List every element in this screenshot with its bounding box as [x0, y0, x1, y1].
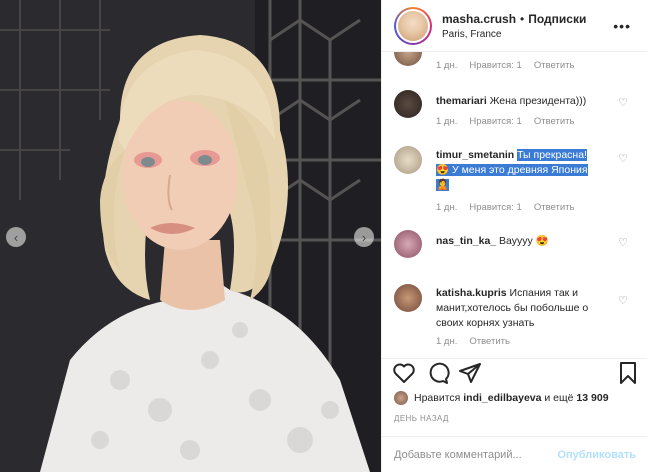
chevron-left-icon[interactable]: ‹	[6, 227, 26, 247]
commenter-avatar[interactable]	[394, 146, 422, 174]
comment-text: Вауууу	[499, 235, 533, 247]
chevron-right-icon[interactable]: ›	[354, 227, 374, 247]
comment-likes[interactable]: Нравится: 1	[469, 116, 521, 127]
post-photo[interactable]: ‹ ›	[0, 0, 381, 472]
comment-time: 1 дн.	[436, 60, 458, 71]
likes-prefix: Нравится	[414, 392, 461, 404]
comment-item: timur_smetanin Ты прекрасна! 😍 У меня эт…	[394, 146, 642, 216]
post-date[interactable]: ДЕНЬ НАЗАД	[394, 414, 449, 423]
heart-icon[interactable]: ♡	[618, 96, 628, 109]
share-icon[interactable]	[458, 361, 482, 385]
commenter-username[interactable]: themariari	[436, 95, 487, 107]
reply-button[interactable]: Ответить	[469, 336, 510, 347]
commenter-avatar[interactable]	[394, 90, 422, 118]
comment-icon[interactable]	[426, 361, 450, 385]
comment-time: 1 дн.	[436, 116, 458, 127]
post-side-panel: masha.crush • Подписки Paris, France •••…	[381, 0, 647, 472]
bookmark-icon[interactable]	[616, 361, 640, 385]
separator-dot: •	[520, 11, 525, 26]
heart-icon[interactable]: ♡	[618, 236, 628, 249]
comment-text-highlighted: Ты прекрасна!	[517, 149, 587, 161]
likes-middle: и ещё	[544, 392, 574, 404]
comment-item: nas_tin_ka_ Вауууу 😍 ♡	[394, 230, 642, 270]
comments-list[interactable]: 1 дн. Нравится: 1 Ответить themariari Же…	[382, 52, 647, 358]
heart-icon[interactable]: ♡	[618, 294, 628, 307]
comment-text-line2: У меня это древняя Япония	[452, 164, 588, 176]
post-actions-bar	[382, 358, 647, 388]
author-username[interactable]: masha.crush	[442, 12, 516, 26]
likes-summary[interactable]: Нравится indi_edilbayeva и ещё 13 909	[394, 391, 609, 405]
comment-likes[interactable]: Нравится: 1	[469, 202, 521, 213]
commenter-username[interactable]: nas_tin_ka_	[436, 235, 496, 247]
comment-likes[interactable]: Нравится: 1	[469, 60, 521, 71]
follow-button[interactable]: Подписки	[528, 12, 586, 26]
liker-avatar	[394, 391, 408, 405]
author-avatar[interactable]	[394, 6, 432, 45]
comment-item: themariari Жена президента))) ♡ 1 дн. Нр…	[394, 90, 642, 135]
commenter-username[interactable]: timur_smetanin	[436, 149, 514, 161]
comment-item: 1 дн. Нравится: 1 Ответить	[394, 52, 642, 92]
reply-button[interactable]: Ответить	[534, 202, 575, 213]
post-location[interactable]: Paris, France	[442, 29, 586, 40]
more-options-icon[interactable]: •••	[613, 18, 631, 34]
comment-time: 1 дн.	[436, 336, 458, 347]
emoji: 😍	[535, 235, 549, 247]
commenter-avatar[interactable]	[394, 52, 422, 66]
likes-count[interactable]: 13 909	[576, 392, 608, 404]
reply-button[interactable]: Ответить	[534, 116, 575, 127]
publish-button[interactable]: Опубликовать	[557, 449, 636, 461]
commenter-avatar[interactable]	[394, 284, 422, 312]
reply-button[interactable]: Ответить	[534, 60, 575, 71]
liker-username[interactable]: indi_edilbayeva	[463, 392, 541, 404]
post-header: masha.crush • Подписки Paris, France •••	[382, 0, 647, 52]
comment-input[interactable]	[394, 448, 564, 461]
commenter-username[interactable]: katisha.kupris	[436, 287, 507, 299]
emoji-person-icon: 🙎	[436, 179, 450, 191]
heart-icon[interactable]	[392, 361, 416, 385]
comment-text: Жена президента)))	[489, 95, 587, 107]
heart-icon[interactable]: ♡	[618, 152, 628, 165]
comment-composer: Опубликовать	[382, 436, 647, 472]
emoji: 😍	[436, 164, 450, 176]
commenter-avatar[interactable]	[394, 230, 422, 258]
comment-item: katisha.kupris Испания так и манит,хотел…	[394, 284, 642, 358]
comment-time: 1 дн.	[436, 202, 458, 213]
portrait-image	[0, 0, 381, 472]
